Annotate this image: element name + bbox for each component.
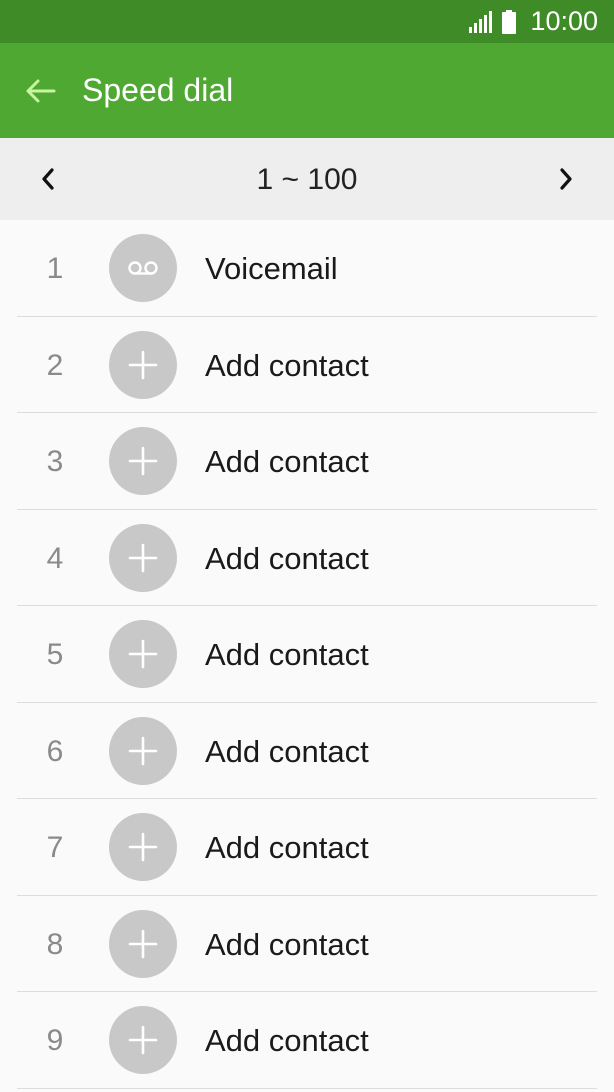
speed-dial-number: 8 [46, 927, 64, 961]
list-item-add-contact[interactable]: 7 Add contact [0, 799, 614, 896]
speed-dial-number: 3 [46, 445, 64, 478]
list-item-add-contact[interactable]: 3 Add contact [0, 413, 614, 510]
plus-icon [128, 832, 158, 862]
add-contact-avatar [109, 909, 177, 978]
speed-dial-label: Add contact [205, 347, 369, 383]
back-arrow-icon [26, 79, 56, 102]
plus-icon [128, 446, 158, 476]
add-contact-avatar [109, 523, 177, 592]
speed-dial-label: Add contact [205, 444, 369, 479]
add-contact-avatar [109, 813, 177, 881]
plus-icon [128, 639, 158, 669]
add-contact-avatar [109, 427, 177, 495]
chevron-right-icon [560, 168, 572, 190]
speed-dial-number: 7 [46, 831, 64, 864]
add-contact-avatar [109, 330, 177, 399]
list-item-add-contact[interactable]: 5 Add contact [0, 606, 614, 703]
speed-dial-label: Add contact [205, 540, 369, 576]
page-title: Speed dial [82, 72, 234, 108]
range-label: 1 ~ 100 [256, 163, 358, 196]
list-item-add-contact[interactable]: 4 Add contact [0, 510, 614, 606]
list-item-add-contact[interactable]: 2 Add contact [0, 317, 614, 413]
speed-dial-number: 2 [46, 348, 64, 382]
speed-dial-label: Add contact [205, 1023, 369, 1058]
voicemail-avatar [109, 234, 177, 302]
range-next-button[interactable] [526, 138, 606, 220]
speed-dial-number: 4 [46, 541, 64, 575]
add-contact-avatar [109, 620, 177, 688]
status-indicators: 10:00 [468, 0, 598, 43]
back-button[interactable] [0, 43, 82, 138]
plus-icon [128, 543, 158, 572]
range-selector: 1 ~ 100 [0, 138, 614, 220]
speed-dial-label: Add contact [205, 926, 369, 962]
plus-icon [128, 929, 158, 958]
list-item-add-contact[interactable]: 6 Add contact [0, 703, 614, 799]
voicemail-icon [128, 261, 158, 275]
app-bar: Speed dial [0, 43, 614, 138]
speed-dial-number: 5 [46, 638, 64, 671]
speed-dial-list: 1 Voicemail 2 Add contact 3 Add contact [0, 220, 614, 1089]
plus-icon [128, 350, 158, 379]
plus-icon [128, 1025, 158, 1055]
speed-dial-number: 1 [46, 252, 64, 285]
list-item-add-contact[interactable]: 8 Add contact [0, 896, 614, 992]
status-time: 10:00 [530, 6, 598, 36]
battery-icon [502, 9, 517, 34]
divider [17, 1087, 597, 1089]
speed-dial-label: Add contact [205, 637, 369, 672]
list-item-voicemail[interactable]: 1 Voicemail [0, 220, 614, 317]
status-bar: 10:00 [0, 0, 614, 43]
speed-dial-number: 9 [46, 1024, 64, 1057]
add-contact-avatar [109, 716, 177, 785]
speed-dial-label: Add contact [205, 830, 369, 865]
speed-dial-label: Voicemail [205, 251, 338, 286]
add-contact-avatar [109, 1006, 177, 1074]
speed-dial-label: Add contact [205, 733, 369, 769]
speed-dial-number: 6 [46, 734, 64, 768]
signal-icon [469, 10, 493, 33]
list-item-add-contact[interactable]: 9 Add contact [0, 992, 614, 1089]
plus-icon [128, 736, 158, 765]
